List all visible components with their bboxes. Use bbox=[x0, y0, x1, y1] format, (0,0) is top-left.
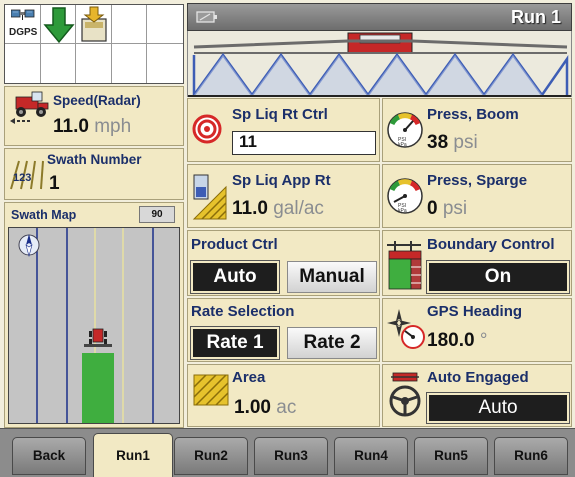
dgps-status-cell[interactable]: DGPS bbox=[5, 5, 41, 44]
boundary-control-value[interactable]: On bbox=[426, 260, 570, 294]
swath-map-canvas bbox=[18, 228, 154, 423]
auto-engaged-value[interactable]: Auto bbox=[426, 392, 570, 424]
run-header-bar: Run 1 bbox=[187, 3, 572, 31]
boom-display bbox=[187, 31, 572, 97]
tab-run1[interactable]: Run1 bbox=[93, 433, 173, 477]
press-sparge-label: Press, Sparge bbox=[427, 172, 528, 189]
back-tab[interactable]: Back bbox=[12, 437, 86, 475]
boundary-icon bbox=[387, 241, 422, 290]
gps-heading-tile[interactable]: GPS Heading 180.0 ° bbox=[382, 298, 572, 362]
pressure-gauge-icon: PSI kPa bbox=[387, 178, 423, 214]
status-cell-empty bbox=[76, 44, 112, 83]
tab-run3[interactable]: Run3 bbox=[254, 437, 328, 475]
sp-liq-rt-ctrl-input[interactable]: 11 bbox=[232, 131, 376, 155]
press-boom-tile[interactable]: PSI kPa Press, Boom 38 psi bbox=[382, 98, 572, 162]
area-icon bbox=[193, 374, 229, 406]
status-cell-empty bbox=[41, 44, 77, 83]
product-auto-button[interactable]: Auto bbox=[190, 260, 280, 294]
map-zoom-button[interactable]: 90 bbox=[139, 206, 175, 223]
tab-run5[interactable]: Run5 bbox=[414, 437, 488, 475]
target-icon bbox=[192, 114, 222, 144]
memory-status-cell[interactable] bbox=[76, 5, 112, 44]
swath-map-title: Swath Map bbox=[11, 208, 77, 222]
area-unit: ac bbox=[276, 397, 297, 418]
tab-run2[interactable]: Run2 bbox=[174, 437, 248, 475]
battery-icon bbox=[196, 11, 217, 23]
tab-run6[interactable]: Run6 bbox=[494, 437, 568, 475]
boundary-control-tile[interactable]: Boundary Control On bbox=[382, 230, 572, 296]
swath-map-panel[interactable]: Swath Map 90 bbox=[4, 202, 184, 428]
run-title: Run 1 bbox=[510, 7, 561, 27]
speed-value-text: 11.0 mph bbox=[53, 116, 131, 138]
pressure-gauge-icon: PSI kPa bbox=[387, 112, 423, 148]
map-tractor-marker bbox=[84, 328, 112, 347]
swath-icon-text: 123 bbox=[13, 172, 31, 184]
product-ctrl-label: Product Ctrl bbox=[191, 236, 278, 253]
area-value: 1.00 bbox=[234, 397, 271, 418]
rate-2-button[interactable]: Rate 2 bbox=[287, 327, 377, 359]
sprayer-tractor-icon bbox=[10, 91, 49, 124]
boundary-control-label: Boundary Control bbox=[427, 236, 555, 253]
rate-1-button[interactable]: Rate 1 bbox=[190, 326, 280, 360]
sp-liq-rt-ctrl-label: Sp Liq Rt Ctrl bbox=[232, 106, 328, 123]
memory-card-icon bbox=[81, 6, 107, 42]
gps-heading-icon bbox=[387, 309, 425, 349]
gps-heading-value: 180.0 bbox=[427, 330, 475, 351]
swath-number-panel[interactable]: 123 Swath Number 1 bbox=[4, 148, 184, 200]
press-sparge-gauge-unit: kPa bbox=[398, 208, 407, 214]
auto-engaged-label: Auto Engaged bbox=[427, 369, 529, 386]
dgps-icon bbox=[11, 9, 35, 20]
status-cell-empty bbox=[147, 5, 183, 44]
press-boom-unit: psi bbox=[453, 132, 478, 153]
status-icon-grid: DGPS bbox=[4, 4, 184, 84]
gps-heading-value-text: 180.0 ° bbox=[427, 330, 487, 352]
status-cell-empty bbox=[111, 5, 148, 44]
gps-heading-label: GPS Heading bbox=[427, 303, 523, 320]
swath-number-icon: 123 bbox=[10, 160, 44, 190]
tab-run4[interactable]: Run4 bbox=[334, 437, 408, 475]
sp-liq-rt-ctrl-tile[interactable]: Sp Liq Rt Ctrl 11 bbox=[187, 98, 380, 162]
download-status-cell[interactable] bbox=[40, 5, 77, 44]
sp-liq-app-rt-tile[interactable]: Sp Liq App Rt 11.0 gal/ac bbox=[187, 164, 380, 228]
status-cell-empty bbox=[147, 44, 183, 83]
sprayer-boom-graphic bbox=[188, 32, 571, 97]
compass-icon bbox=[18, 234, 40, 258]
press-boom-value-text: 38 psi bbox=[427, 132, 478, 154]
dgps-label: DGPS bbox=[9, 27, 38, 38]
press-boom-value: 38 bbox=[427, 132, 449, 153]
press-sparge-tile[interactable]: PSI kPa Press, Sparge 0 psi bbox=[382, 164, 572, 228]
sp-liq-app-rt-value-text: 11.0 gal/ac bbox=[232, 198, 324, 220]
steering-wheel-icon bbox=[389, 372, 421, 417]
terminal-screen: DGPS Speed(Radar) 11.0 mph 123 Swath Num… bbox=[0, 0, 575, 477]
auto-engaged-tile[interactable]: Auto Engaged Auto bbox=[382, 364, 572, 427]
press-sparge-unit: psi bbox=[442, 198, 468, 219]
status-cell-empty bbox=[112, 44, 148, 83]
bottom-tab-bar: Back Run1 Run2 Run3 Run4 Run5 Run6 bbox=[0, 428, 575, 477]
speed-label: Speed(Radar) bbox=[53, 93, 141, 108]
speed-value: 11.0 bbox=[53, 116, 89, 137]
swath-number-value: 1 bbox=[49, 173, 60, 194]
area-label: Area bbox=[232, 369, 266, 386]
rate-selection-tile: Rate Selection Rate 1 Rate 2 bbox=[187, 298, 380, 362]
product-manual-button[interactable]: Manual bbox=[287, 261, 377, 293]
gps-heading-unit: ° bbox=[479, 330, 488, 351]
sp-liq-app-rt-label: Sp Liq App Rt bbox=[232, 172, 331, 189]
down-arrow-icon bbox=[43, 7, 75, 44]
rate-selection-label: Rate Selection bbox=[191, 303, 295, 320]
speed-panel[interactable]: Speed(Radar) 11.0 mph bbox=[4, 86, 184, 146]
status-cell-empty bbox=[5, 44, 41, 83]
sp-liq-app-rt-unit: gal/ac bbox=[273, 198, 324, 219]
press-boom-gauge-unit: kPa bbox=[398, 142, 407, 148]
tank-rate-icon bbox=[192, 174, 227, 220]
area-tile[interactable]: Area 1.00 ac bbox=[187, 364, 380, 427]
swath-number-label: Swath Number bbox=[47, 152, 142, 167]
area-value-text: 1.00 ac bbox=[234, 397, 296, 419]
product-ctrl-tile: Product Ctrl Auto Manual bbox=[187, 230, 380, 296]
press-sparge-value: 0 bbox=[427, 198, 438, 219]
press-sparge-value-text: 0 psi bbox=[427, 198, 467, 220]
speed-unit: mph bbox=[94, 116, 132, 137]
swath-map-field[interactable] bbox=[8, 227, 180, 424]
sp-liq-app-rt-value: 11.0 bbox=[232, 198, 268, 219]
press-boom-label: Press, Boom bbox=[427, 106, 519, 123]
